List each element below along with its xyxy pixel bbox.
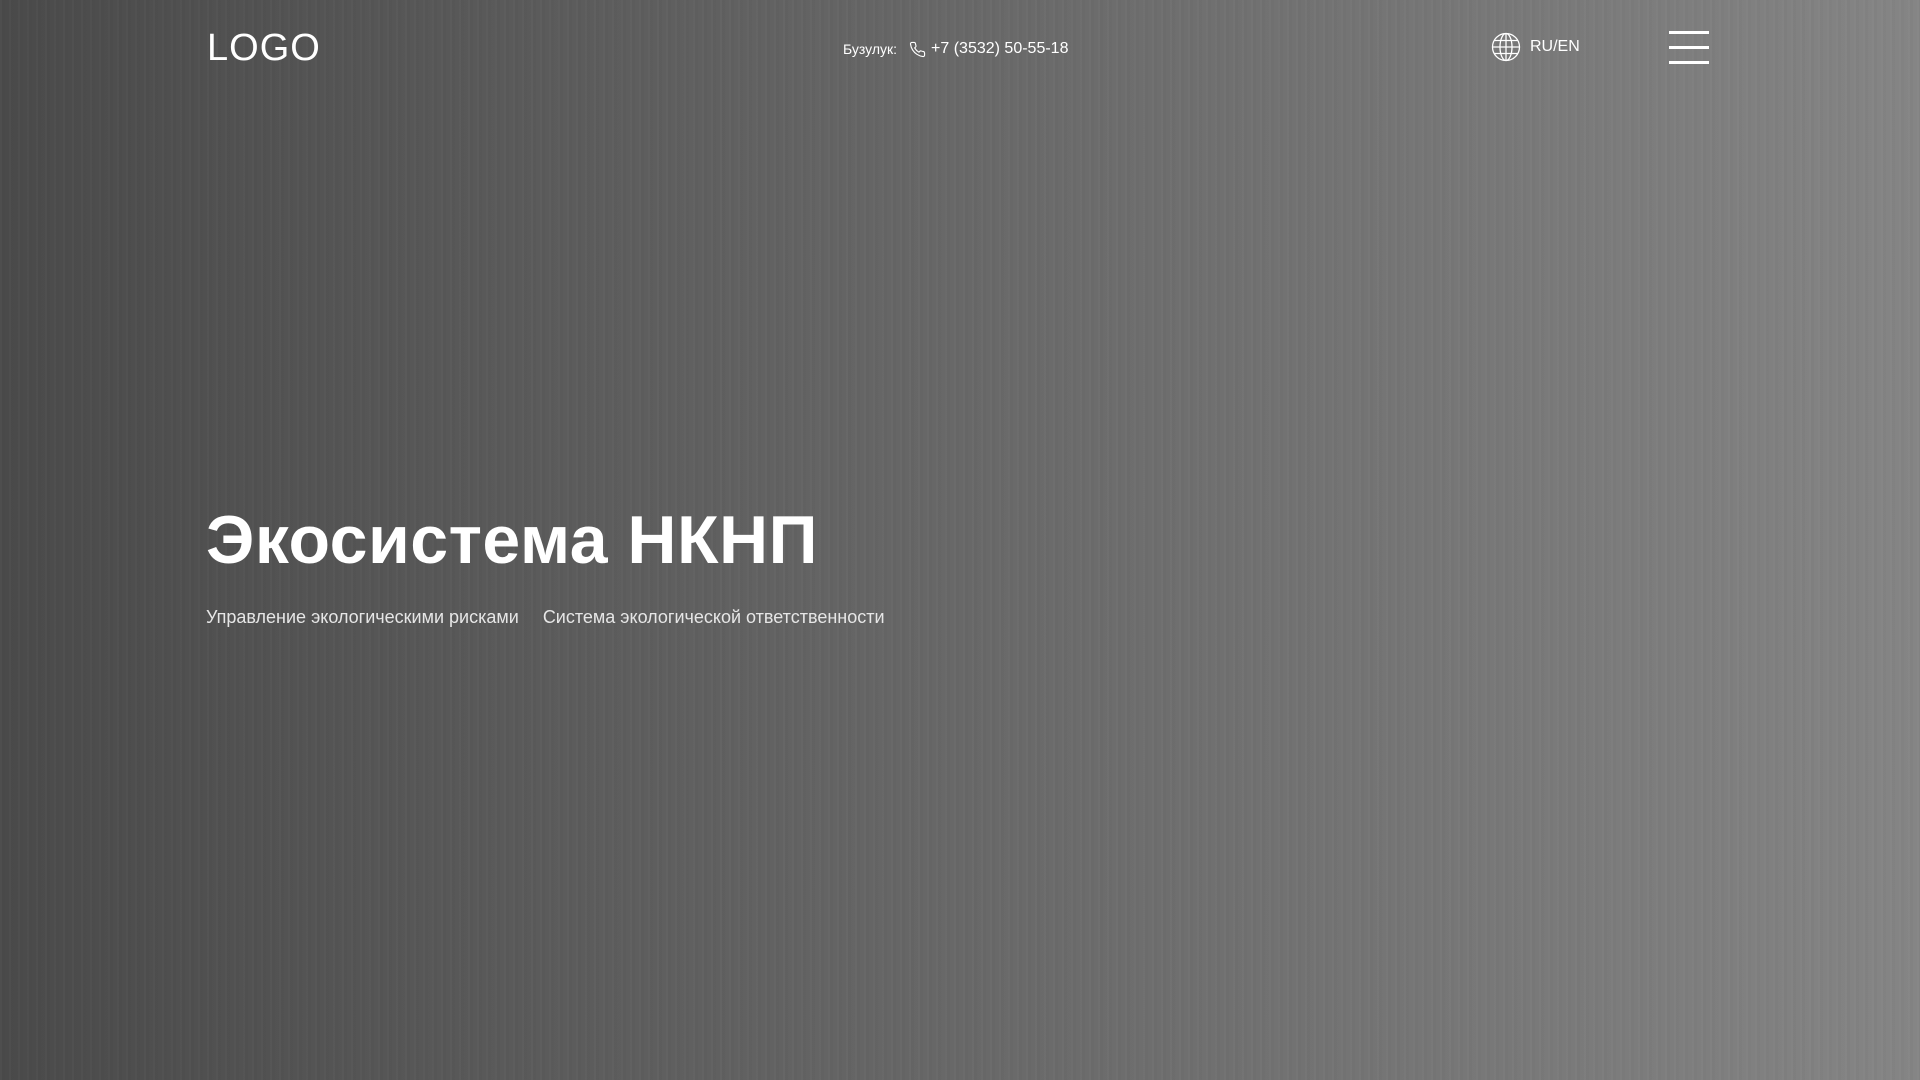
menu-line bbox=[1669, 46, 1709, 49]
site-header: LOGO Бузулук: +7 (3532) 50-55-18 RU/EN bbox=[0, 0, 1920, 96]
menu-line bbox=[1669, 31, 1709, 34]
hamburger-menu-icon[interactable] bbox=[1669, 31, 1709, 64]
city-label: Бузулук: bbox=[843, 41, 898, 57]
logo[interactable]: LOGO bbox=[207, 26, 321, 70]
hero-section: Экосистема НКНП Управление экологическим… bbox=[206, 498, 885, 628]
hero-links: Управление экологическими рисками Систем… bbox=[206, 606, 885, 628]
hero-title: Экосистема НКНП bbox=[206, 502, 819, 578]
hero-link-responsibility-system[interactable]: Система экологической ответственности bbox=[543, 606, 885, 628]
language-switcher[interactable]: RU/EN bbox=[1491, 32, 1580, 62]
contacts: Бузулук: +7 (3532) 50-55-18 bbox=[843, 38, 1068, 60]
globe-icon bbox=[1491, 32, 1521, 62]
phone-link[interactable]: +7 (3532) 50-55-18 bbox=[931, 40, 1068, 58]
hero-link-risk-management[interactable]: Управление экологическими рисками bbox=[206, 606, 519, 628]
phone-icon bbox=[909, 41, 926, 58]
language-label: RU/EN bbox=[1530, 38, 1580, 55]
menu-line bbox=[1669, 61, 1709, 64]
